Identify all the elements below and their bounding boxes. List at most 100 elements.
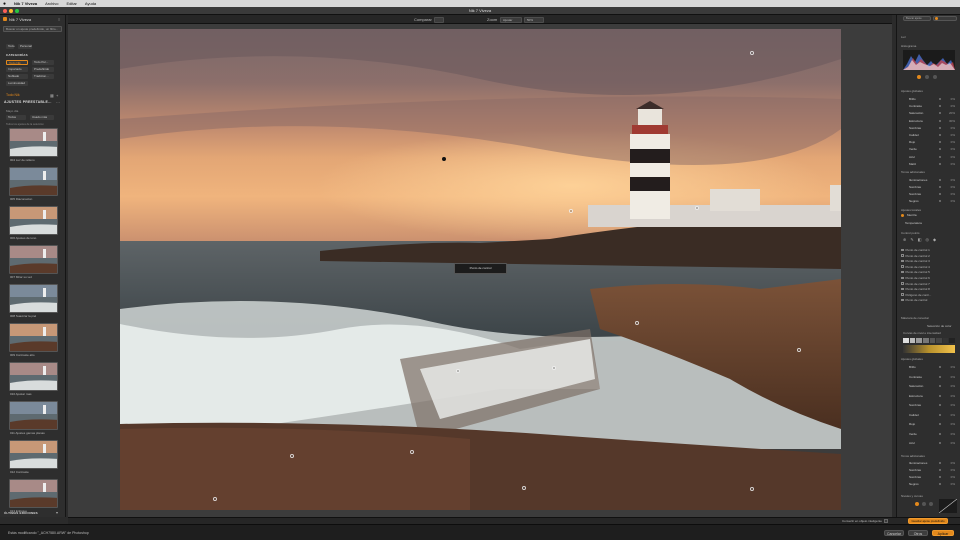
slider-row[interactable]: Iluminaciones 0% <box>901 178 957 183</box>
control-point-marker[interactable] <box>290 454 294 458</box>
mode-radio-icon[interactable] <box>901 214 904 217</box>
slider-row[interactable]: Calidez 0% <box>901 413 957 418</box>
control-point-item[interactable]: Punto de control 5 <box>901 270 957 275</box>
slider-handle[interactable] <box>939 155 941 158</box>
menu-ayuda[interactable]: Ayuda <box>85 1 96 6</box>
control-point-item[interactable]: Punto de control 4 <box>901 265 957 270</box>
slider-row[interactable]: Rojo 0% <box>901 140 957 145</box>
slider-row[interactable]: Sombras 0% <box>901 468 957 473</box>
add-point-icon[interactable]: ⊕ <box>903 237 906 242</box>
slider-handle[interactable] <box>939 394 941 397</box>
control-point-marker[interactable] <box>750 487 754 491</box>
cancel-button[interactable]: Cancelar <box>884 530 904 536</box>
add-preset-icon[interactable]: + <box>56 93 58 98</box>
slider-handle[interactable] <box>939 375 941 378</box>
slider-row[interactable]: Brillo 0% <box>901 365 957 370</box>
adjustment-search-input[interactable]: Buscar ajuste <box>903 16 931 21</box>
slider-row[interactable]: Negros 0% <box>901 199 957 204</box>
control-point-marker[interactable] <box>797 348 801 352</box>
category-tradicional[interactable]: Tradicion... <box>32 74 54 79</box>
swatch[interactable] <box>936 338 942 343</box>
curve-preview-chart[interactable] <box>939 499 957 513</box>
control-point-marker[interactable] <box>569 209 573 213</box>
slider-row[interactable]: Saturación 0% <box>901 384 957 389</box>
control-point-item[interactable]: Punto de control 1 <box>901 248 957 253</box>
control-point-item[interactable]: Punto de control <box>901 298 957 303</box>
slider-row[interactable]: Negros 0% <box>901 482 957 487</box>
visibility-checkbox[interactable] <box>901 248 904 251</box>
slider-handle[interactable] <box>939 162 941 165</box>
slider-handle[interactable] <box>939 148 941 151</box>
slider-row[interactable]: Sombras 0% <box>901 475 957 480</box>
slider-row[interactable]: Sombras 0% <box>901 185 957 190</box>
slider-row[interactable]: Matiz 0% <box>901 162 957 167</box>
control-point-item[interactable]: Punto de control 8 <box>901 287 957 292</box>
panel-menu-icon[interactable]: ≡ <box>58 17 60 22</box>
slider-handle[interactable] <box>939 186 941 188</box>
slider-row[interactable]: Sombras 0% <box>901 192 957 197</box>
preset-thumbnail[interactable] <box>9 401 58 430</box>
slider-handle[interactable] <box>939 105 941 108</box>
visibility-checkbox[interactable] <box>901 282 904 285</box>
slider-handle[interactable] <box>939 119 941 122</box>
preset-thumbnail[interactable] <box>9 167 58 196</box>
presets-options-icon[interactable]: ⋯ <box>56 100 60 105</box>
preset-search-input[interactable]: Buscar un ajuste predefinido, un filtro.… <box>3 26 62 32</box>
apply-button[interactable]: Aplicar <box>932 530 954 536</box>
preset-thumbnail[interactable] <box>9 128 58 157</box>
slider-handle[interactable] <box>939 385 941 387</box>
slider-handle[interactable] <box>939 413 941 416</box>
visibility-checkbox[interactable] <box>901 298 904 302</box>
control-point-marker[interactable] <box>456 369 460 373</box>
slider-handle[interactable] <box>939 193 941 195</box>
visibility-checkbox[interactable] <box>901 293 904 296</box>
slider-handle[interactable] <box>939 126 941 129</box>
swatch[interactable] <box>942 338 949 343</box>
category-nublado[interactable]: Nublado <box>6 74 28 79</box>
slider-handle[interactable] <box>939 469 941 471</box>
slider-handle[interactable] <box>939 366 941 368</box>
control-point-item[interactable]: Punto de control 2 <box>901 254 957 259</box>
slider-row[interactable]: Verde 0% <box>901 432 957 437</box>
luminance-gradient-bar[interactable] <box>903 345 955 353</box>
preset-thumbnail[interactable] <box>9 362 58 391</box>
slider-row[interactable]: Sombras 0% <box>901 403 957 408</box>
slider-row[interactable]: Calidez 0% <box>901 133 957 138</box>
preset-thumbnail[interactable] <box>9 206 58 235</box>
slider-handle[interactable] <box>939 179 941 181</box>
filter-todos[interactable]: Todos <box>6 115 26 120</box>
slider-handle[interactable] <box>939 432 941 435</box>
category-todo-nik[interactable]: Todo Nik <box>6 60 28 65</box>
slider-row[interactable]: Rojo 0% <box>901 422 957 427</box>
preset-thumbnail[interactable] <box>9 440 58 469</box>
mode-option[interactable]: Mezcla <box>907 213 917 217</box>
slider-row[interactable]: Estructura 30% <box>901 119 957 124</box>
levels-dot[interactable] <box>922 502 926 506</box>
histogram-mode-dot[interactable] <box>917 75 921 79</box>
control-point-marker[interactable] <box>750 51 754 55</box>
visibility-checkbox[interactable] <box>901 287 904 291</box>
slider-row[interactable]: Contraste 0% <box>901 104 957 109</box>
slider-handle[interactable] <box>939 98 941 100</box>
slider-handle[interactable] <box>939 112 941 115</box>
menu-editar[interactable]: Editar <box>66 1 76 6</box>
control-point-item[interactable]: Punto de control 6 <box>901 276 957 281</box>
visibility-checkbox[interactable] <box>901 259 904 263</box>
preset-thumbnail[interactable] <box>9 284 58 313</box>
swatch[interactable] <box>949 338 955 343</box>
control-point-item[interactable]: Punto de control 7 <box>901 282 957 287</box>
photo-preview[interactable]: Punto de control <box>120 29 841 510</box>
histogram-mode-dot[interactable] <box>933 75 937 79</box>
slider-row[interactable]: Sombras 0% <box>901 126 957 131</box>
other-button[interactable]: Otros <box>908 530 928 536</box>
smart-object-checkbox[interactable] <box>884 519 888 523</box>
slider-handle[interactable] <box>939 462 941 464</box>
control-point-marker[interactable] <box>442 157 446 161</box>
slider-row[interactable]: Brillo 0% <box>901 97 957 102</box>
compare-toggle-button[interactable] <box>434 16 444 23</box>
menu-app[interactable]: Nik 7 Viveza <box>14 1 37 6</box>
slider-row[interactable]: Verde 0% <box>901 147 957 152</box>
control-point-item[interactable]: Punto de control 3 <box>901 259 957 264</box>
preset-thumbnail[interactable] <box>9 245 58 274</box>
recent-chevron-icon[interactable]: ▾ <box>56 510 58 515</box>
